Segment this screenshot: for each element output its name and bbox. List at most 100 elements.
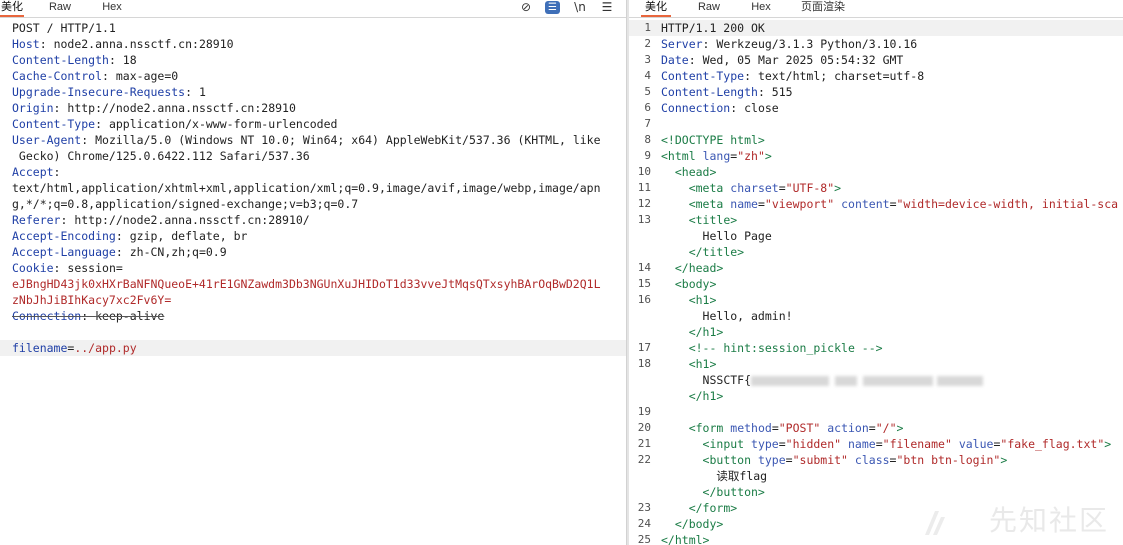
header-value: max-age=0 [115,69,179,83]
plain-text: Gecko) Chrome/125.0.6422.112 Safari/537.… [12,149,310,163]
tab-raw[interactable]: Raw [46,0,74,17]
line-text: filename=../app.py [12,340,137,356]
line-number: 25 [637,533,651,545]
menu-icon[interactable]: ☰ [599,0,615,16]
header-separator: : [757,85,772,99]
tab-render[interactable]: 页面渲染 [797,0,849,17]
response-line: 20 <form method="POST" action="/"> [629,420,1123,436]
line-number: 19 [637,405,651,418]
tab-pretty[interactable]: 美化 [641,0,671,17]
html-tag: <meta [688,197,724,211]
line-text: </h1> [661,324,724,340]
response-line: 19 [629,404,1123,420]
header-name: Cache-Control [12,69,103,83]
attr-name: type [751,437,779,451]
header-name: Content-Type [661,69,745,83]
header-name: Referer [12,213,61,227]
attr-value: "width=device-width, initial-sca [896,197,1119,211]
newline-toggle-icon[interactable]: \n [572,0,588,16]
response-line: 3 Date: Wed, 05 Mar 2025 05:54:32 GMT [629,52,1123,68]
line-text: <head> [661,164,717,180]
html-tag: </html> [661,533,710,545]
line-number: 16 [637,293,651,306]
attr-value: "fake_flag.txt" [1000,437,1105,451]
cookie-value: eJBngHD43jk0xHXrBaNFNQueoE+41rE1GNZawdm3… [12,277,601,291]
html-tag: <body> [674,277,717,291]
header-value: node2.anna.nssctf.cn:28910 [53,37,234,51]
request-line: g,*/*;q=0.8,application/signed-exchange;… [0,196,626,212]
tab-pretty[interactable]: 美化 [0,0,24,17]
response-line: 18 <h1> [629,356,1123,372]
redacted-flag-blur [835,375,858,386]
html-tag: </h1> [688,389,724,403]
request-line: Accept-Language: zh-CN,zh;q=0.9 [0,244,626,260]
header-value: session= [67,261,123,275]
request-line: Origin: http://node2.anna.nssctf.cn:2891… [0,100,626,116]
html-tag: </head> [674,261,724,275]
tab-hex[interactable]: Hex [747,0,775,17]
param-name: filename [12,341,68,355]
line-text: Gecko) Chrome/125.0.6422.112 Safari/537.… [12,148,310,164]
response-line: </title> [629,244,1123,260]
response-line: 17 <!-- hint:session_pickle --> [629,340,1123,356]
line-text: </button> [661,484,765,500]
header-name: Connection [661,101,731,115]
attr-name: class [854,453,890,467]
header-value: text/html; charset=utf-8 [757,69,925,83]
line-number: 21 [637,437,651,450]
header-name: Accept-Language [12,245,116,259]
request-tabbar: 美化 Raw Hex ⊘ ☰ \n ☰ [0,0,626,18]
line-text: Content-Length: 515 [661,84,793,100]
line-text: Server: Werkzeug/3.1.3 Python/3.10.16 [661,36,917,52]
line-text: Accept-Language: zh-CN,zh;q=0.9 [12,244,227,260]
header-value: 515 [771,85,793,99]
line-text: g,*/*;q=0.8,application/signed-exchange;… [12,196,358,212]
header-separator: : [744,69,758,83]
hide-eye-icon[interactable]: ⊘ [518,0,534,16]
tab-hex[interactable]: Hex [98,0,126,17]
request-line: filename=../app.py [0,340,626,356]
html-tag: </body> [674,517,724,531]
line-text: <body> [661,276,717,292]
line-number: 13 [637,213,651,226]
attr-equals: = [785,453,793,467]
header-value: 18 [122,53,137,67]
html-tag: </h1> [688,325,724,339]
line-text: <!-- hint:session_pickle --> [661,340,883,356]
response-line: 15 <body> [629,276,1123,292]
line-number: 17 [637,341,651,354]
line-number: 2 [644,37,651,50]
html-tag: <h1> [688,357,717,371]
plain-text: Hello Page [702,229,772,243]
line-number: 6 [644,101,651,114]
response-line: Hello, admin! [629,308,1123,324]
attr-equals: = [889,197,897,211]
line-text: Content-Type: text/html; charset=utf-8 [661,68,924,84]
line-number: 14 [637,261,651,274]
header-separator: : [702,37,717,51]
line-text: <button type="submit" class="btn btn-log… [661,452,1008,468]
request-line: Upgrade-Insecure-Requests: 1 [0,84,626,100]
response-line: 读取flag [629,468,1123,484]
html-tag: </title> [688,245,745,259]
attr-equals: = [778,181,786,195]
watermark-logo-icon [925,511,945,535]
response-line: 12 <meta name="viewport" content="width=… [629,196,1123,212]
wrap-lines-icon[interactable]: ☰ [545,1,560,14]
header-value: keep-alive [95,309,165,323]
line-number: 20 [637,421,651,434]
tab-raw[interactable]: Raw [695,0,723,17]
line-text: 读取flag [661,468,767,484]
attr-value: "UTF-8" [785,181,835,195]
header-value: Werkzeug/3.1.3 Python/3.10.16 [716,37,918,51]
